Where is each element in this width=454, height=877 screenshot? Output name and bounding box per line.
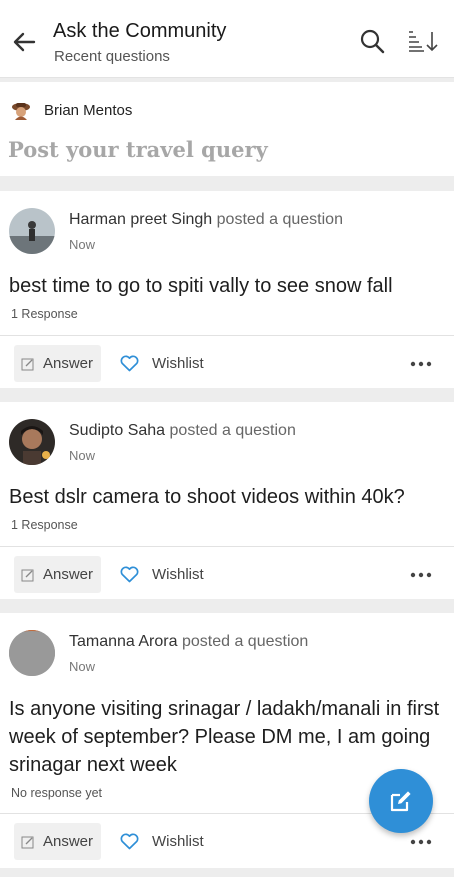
wishlist-button[interactable]: Wishlist	[120, 556, 220, 593]
author-action: posted a question	[169, 422, 296, 439]
back-arrow-icon[interactable]	[10, 28, 38, 56]
heart-icon	[120, 566, 139, 583]
page-title: Ask the Community	[53, 20, 227, 42]
post-composer[interactable]: Brian Mentos Post your travel query	[0, 82, 454, 176]
answer-label: Answer	[43, 566, 94, 583]
more-options-icon[interactable]	[407, 834, 435, 850]
author-name[interactable]: Tamanna Arora	[69, 633, 178, 650]
more-options-icon[interactable]	[407, 356, 435, 372]
edit-icon	[21, 836, 34, 849]
answer-button[interactable]: Answer	[14, 823, 101, 860]
divider	[0, 546, 454, 547]
response-count[interactable]: No response yet	[11, 786, 102, 800]
more-options-icon[interactable]	[407, 567, 435, 583]
question-card: Harman preet Singh posted a question Now…	[0, 191, 454, 388]
post-time: Now	[69, 237, 96, 252]
page-subtitle: Recent questions	[54, 48, 170, 65]
author-name[interactable]: Sudipto Saha	[69, 422, 165, 439]
answer-button[interactable]: Answer	[14, 345, 101, 382]
question-card: Sudipto Saha posted a question Now Best …	[0, 402, 454, 599]
post-query-input[interactable]: Post your travel query	[8, 137, 268, 162]
heart-icon	[120, 833, 139, 850]
author-action: posted a question	[181, 633, 309, 650]
wishlist-label: Wishlist	[152, 833, 204, 850]
compose-icon	[390, 791, 411, 812]
edit-icon	[21, 358, 34, 371]
author-avatar	[9, 630, 55, 676]
question-text[interactable]: Best dslr camera to shoot videos within …	[9, 483, 449, 511]
app-header: Ask the Community Recent questions	[0, 0, 454, 78]
question-card: Tamanna Arora posted a question Now Is a…	[0, 613, 454, 868]
author-line: Sudipto Saha posted a question	[69, 422, 296, 440]
author-action: posted a question	[216, 211, 343, 228]
author-avatar	[9, 419, 55, 465]
search-icon[interactable]	[359, 28, 385, 54]
wishlist-button[interactable]: Wishlist	[120, 345, 220, 382]
answer-label: Answer	[43, 355, 94, 372]
wishlist-label: Wishlist	[152, 355, 204, 372]
question-text[interactable]: best time to go to spiti vally to see sn…	[9, 272, 449, 300]
question-text[interactable]: Is anyone visiting srinagar / ladakh/man…	[9, 695, 449, 779]
wishlist-label: Wishlist	[152, 566, 204, 583]
edit-icon	[21, 569, 34, 582]
response-count[interactable]: 1 Response	[11, 307, 78, 321]
answer-label: Answer	[43, 833, 94, 850]
wishlist-button[interactable]: Wishlist	[120, 823, 220, 860]
author-avatar	[9, 208, 55, 254]
sort-icon[interactable]	[406, 29, 438, 53]
divider	[0, 335, 454, 336]
heart-icon	[120, 355, 139, 372]
answer-button[interactable]: Answer	[14, 556, 101, 593]
author-name[interactable]: Harman preet Singh	[69, 211, 212, 228]
response-count[interactable]: 1 Response	[11, 518, 78, 532]
author-line: Tamanna Arora posted a question	[69, 633, 308, 651]
post-time: Now	[69, 659, 96, 674]
author-line: Harman preet Singh posted a question	[69, 211, 343, 229]
compose-question-button[interactable]	[369, 769, 433, 833]
post-time: Now	[69, 448, 96, 463]
user-avatar	[12, 103, 30, 120]
composer-user-name: Brian Mentos	[44, 102, 133, 119]
